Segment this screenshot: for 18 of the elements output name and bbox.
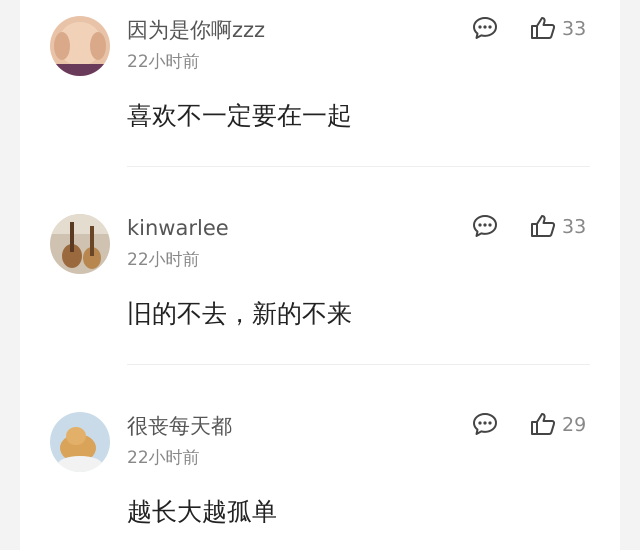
like-count: 29 <box>562 413 588 438</box>
thumbs-up-icon[interactable] <box>530 412 556 436</box>
comment-icon[interactable] <box>472 214 498 238</box>
comment-text: 越长大越孤单 <box>127 496 278 528</box>
comment-icon[interactable] <box>472 412 498 436</box>
thumbs-up-icon[interactable] <box>530 214 556 238</box>
timestamp: 22小时前 <box>127 447 201 469</box>
like-count: 33 <box>562 215 588 240</box>
thumbs-up-icon[interactable] <box>530 16 556 40</box>
comment-icon[interactable] <box>472 16 498 40</box>
timestamp: 22小时前 <box>127 51 201 73</box>
comment-text: 旧的不去，新的不来 <box>127 298 353 330</box>
username[interactable]: 很丧每天都 <box>127 412 472 440</box>
username[interactable]: kinwarlee <box>127 214 472 242</box>
comment-text: 喜欢不一定要在一起 <box>127 100 353 132</box>
timestamp: 22小时前 <box>127 249 201 271</box>
like-count: 33 <box>562 17 588 42</box>
username[interactable]: 因为是你啊zzz <box>127 16 472 44</box>
